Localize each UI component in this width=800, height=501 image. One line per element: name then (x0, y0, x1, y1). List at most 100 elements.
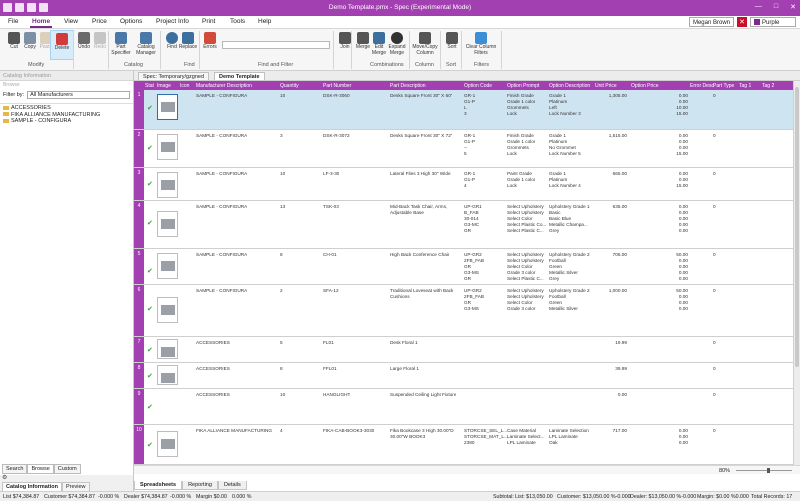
tab-spreadsheets[interactable]: Spreadsheets (134, 481, 183, 490)
product-thumbnail (157, 431, 178, 457)
table-row[interactable]: 5 ✔ SAMPLE - CONFIGURA 8 CH-01 High Back… (134, 249, 800, 285)
col-error-desc[interactable]: Error Desc (690, 83, 714, 89)
col-image[interactable]: Image (157, 83, 171, 89)
cell-manufacturer: SAMPLE - CONFIGURA (196, 204, 248, 209)
cell-option-price: 0.00 0.00 0.00 (678, 428, 688, 445)
check-status-icon: ✔ (147, 220, 153, 227)
row-number: 4 (134, 201, 144, 248)
cell-option-price: 50.00 0.00 0.00 0.00 (676, 288, 688, 311)
scroll-thumb[interactable] (795, 87, 799, 367)
gear-icon[interactable]: ⚙ (2, 474, 7, 481)
cell-part-number: DSK-R-3072 (323, 133, 350, 138)
close-button[interactable]: ✕ (790, 3, 796, 11)
expand-merge-icon (391, 32, 403, 44)
catalog-manager-button[interactable]: Catalog Manager (134, 30, 158, 60)
zoom-slider-knob[interactable] (767, 468, 770, 473)
manufacturer-filter-select[interactable]: All Manufacturers (27, 91, 130, 99)
clear-column-filters-button[interactable]: Clear Column Filters (462, 30, 500, 60)
tab-spec-temporary[interactable]: Spec: Temporary/gzgned (138, 72, 210, 80)
table-row[interactable]: 9 ✔ ACCESSORIES 10 HANGLIGHT Suspended C… (134, 389, 800, 425)
cell-option-prompt: Finish Grade Grade 1 color Grommets Lock (507, 133, 536, 156)
check-status-icon: ✔ (147, 442, 153, 449)
tab-print[interactable]: Print (202, 18, 215, 25)
cell-unit-price: 1,000.00 (608, 288, 627, 293)
tab-home[interactable]: Home (29, 18, 53, 28)
tab-details[interactable]: Details (217, 481, 247, 490)
tab-tools[interactable]: Tools (230, 18, 245, 25)
user-selector[interactable]: Megan Brown (688, 17, 734, 27)
table-row[interactable]: 10 ✔ FIKA ALLIANCE MANUFACTURING 4 FIKA-… (134, 425, 800, 465)
tab-view[interactable]: View (64, 18, 78, 25)
tab-search[interactable]: Search (2, 464, 28, 474)
move-copy-column-button[interactable]: Move/Copy Column (411, 30, 439, 60)
cell-part-type: 0 (713, 392, 716, 397)
col-option-code[interactable]: Option Code (464, 83, 492, 89)
col-part-type[interactable]: Part Type (713, 83, 734, 89)
table-row[interactable]: 7 ✔ ACCESSORIES 5 FL01 Desk Floral 1 19.… (134, 337, 800, 363)
tab-options[interactable]: Options (120, 18, 142, 25)
join-icon (339, 32, 351, 44)
cell-part-number: TSK-03 (323, 204, 339, 209)
check-status-icon: ✔ (147, 145, 153, 152)
cell-option-price: 0.00 0.00 0.00 0.00 0.00 (678, 204, 688, 233)
vertical-scrollbar[interactable] (793, 81, 800, 465)
col-manufacturer[interactable]: Manufacturer Description (196, 83, 252, 89)
tab-project-info[interactable]: Project Info (156, 18, 189, 25)
cell-quantity: 13 (280, 204, 286, 209)
funnel-icon (475, 32, 487, 44)
maximize-button[interactable]: □ (774, 3, 778, 11)
find-filter-input[interactable] (222, 41, 330, 49)
table-row[interactable]: 1 ✔ SAMPLE - CONFIGURA 10 DSK-R-3060 Des… (134, 90, 800, 130)
cell-option-description: Upholstery Grade 1 Basic Basic Blue Meta… (549, 204, 590, 233)
col-part-number[interactable]: Part Number (323, 83, 351, 89)
cell-part-description: Traditional Loveseat with Back Cushions (390, 288, 454, 299)
col-option-description[interactable]: Option Description (549, 83, 590, 89)
row-number: 3 (134, 168, 144, 200)
cell-option-price: 0.00 0.00 0.00 15.00 (676, 133, 688, 156)
col-unit-price[interactable]: Unit Price (595, 83, 617, 89)
col-quantity[interactable]: Quantity (280, 83, 299, 89)
status-subtotal-list: List: $13,050.00 (515, 494, 553, 500)
tab-demo-template[interactable]: Demo Template (214, 72, 265, 80)
cell-quantity: 5 (280, 340, 283, 345)
col-icon[interactable]: Icon (180, 83, 189, 89)
theme-selector[interactable]: Purple (750, 17, 796, 27)
tab-browse[interactable]: Browse (27, 464, 54, 474)
table-row[interactable]: 8 ✔ ACCESSORIES 8 FFL01 Large Floral 1 3… (134, 363, 800, 389)
zoom-slider[interactable] (736, 470, 792, 471)
cell-part-number: FFL01 (323, 366, 337, 371)
col-tag-1[interactable]: Tag 1 (739, 83, 751, 89)
replace-icon (182, 32, 194, 44)
status-customer-pct: -0.000 % (98, 494, 120, 500)
table-row[interactable]: 6 ✔ SAMPLE - CONFIGURA 2 SFA-12 Traditio… (134, 285, 800, 337)
delete-button[interactable]: Delete (50, 30, 74, 60)
panel-header: Catalog Information (0, 71, 133, 81)
tree-item[interactable]: SAMPLE - CONFIGURA (0, 118, 133, 125)
group-find: Find (184, 62, 195, 68)
status-dealer: Dealer $74,384.87 (124, 494, 168, 500)
col-stat[interactable]: Stat (145, 83, 154, 89)
table-row[interactable]: 3 ✔ SAMPLE - CONFIGURA 10 LF-3-30 Latera… (134, 168, 800, 201)
col-tag-2[interactable]: Tag 2 (762, 83, 774, 89)
col-part-description[interactable]: Part Description (390, 83, 426, 89)
col-option-price[interactable]: Option Price (631, 83, 659, 89)
tab-custom[interactable]: Custom (53, 464, 81, 474)
product-thumbnail (157, 172, 178, 198)
tab-help[interactable]: Help (258, 18, 271, 25)
cell-manufacturer: SAMPLE - CONFIGURA (196, 252, 248, 257)
tab-reporting[interactable]: Reporting (182, 481, 218, 490)
check-status-icon: ✔ (147, 404, 153, 411)
tab-file[interactable]: File (8, 18, 18, 25)
table-row[interactable]: 2 ✔ SAMPLE - CONFIGURA 3 DSK-R-3072 Desk… (134, 130, 800, 168)
minimize-button[interactable]: — (755, 3, 762, 11)
cell-part-description: High Back Conference Chair (390, 252, 450, 257)
replace-button[interactable]: Replace (176, 30, 200, 60)
close-session-icon[interactable]: ✕ (737, 17, 747, 27)
errors-button[interactable]: Errors (198, 30, 222, 60)
col-option-prompt[interactable]: Option Prompt (507, 83, 539, 89)
tab-price[interactable]: Price (92, 18, 107, 25)
expand-merge-button[interactable]: Expand Merge (385, 30, 409, 60)
table-row[interactable]: 4 ✔ SAMPLE - CONFIGURA 13 TSK-03 Mid-Bac… (134, 201, 800, 249)
view-tabs: Spreadsheets Reporting Details (134, 481, 247, 490)
part-specifier-button[interactable]: Part Specifier (109, 30, 133, 60)
